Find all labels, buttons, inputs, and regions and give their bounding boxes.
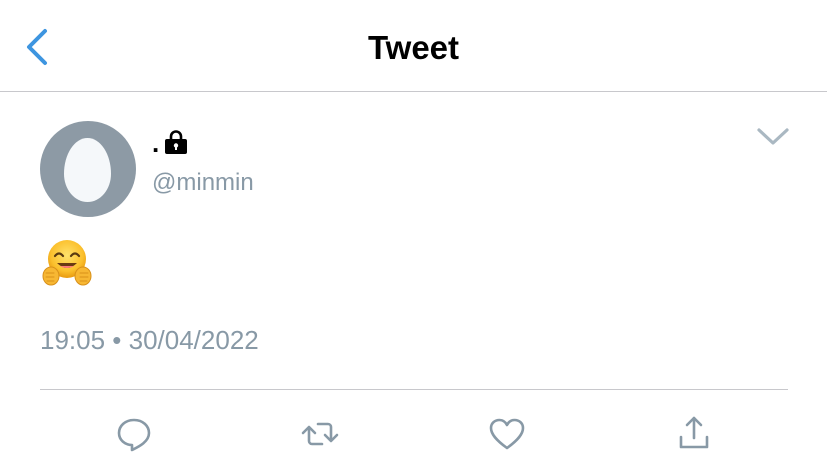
display-name[interactable]: . bbox=[152, 128, 159, 158]
retweet-button[interactable] bbox=[300, 414, 340, 454]
divider bbox=[40, 389, 788, 390]
lock-icon bbox=[165, 130, 187, 154]
retweet-icon bbox=[301, 422, 339, 446]
chevron-down-icon bbox=[757, 128, 789, 145]
more-options-button[interactable] bbox=[755, 124, 791, 150]
navigation-header: Tweet bbox=[0, 0, 827, 92]
user-handle[interactable]: @minmin bbox=[152, 168, 254, 198]
share-button[interactable] bbox=[674, 414, 714, 454]
tweet-timestamp[interactable]: 19:05 • 30/04/2022 bbox=[40, 325, 259, 355]
heart-icon bbox=[489, 418, 525, 450]
like-button[interactable] bbox=[487, 414, 527, 454]
comment-icon bbox=[117, 418, 151, 452]
reply-button[interactable] bbox=[114, 414, 154, 454]
tweet-text bbox=[42, 238, 92, 288]
hugging-face-emoji-icon bbox=[42, 240, 92, 286]
avatar[interactable] bbox=[40, 121, 136, 217]
share-icon bbox=[679, 416, 709, 449]
egg-avatar-icon bbox=[64, 138, 111, 202]
tweet-detail-screen: Tweet . @minmin 19:05 • 30/04/2022 bbox=[0, 0, 827, 475]
page-title: Tweet bbox=[367, 29, 460, 66]
